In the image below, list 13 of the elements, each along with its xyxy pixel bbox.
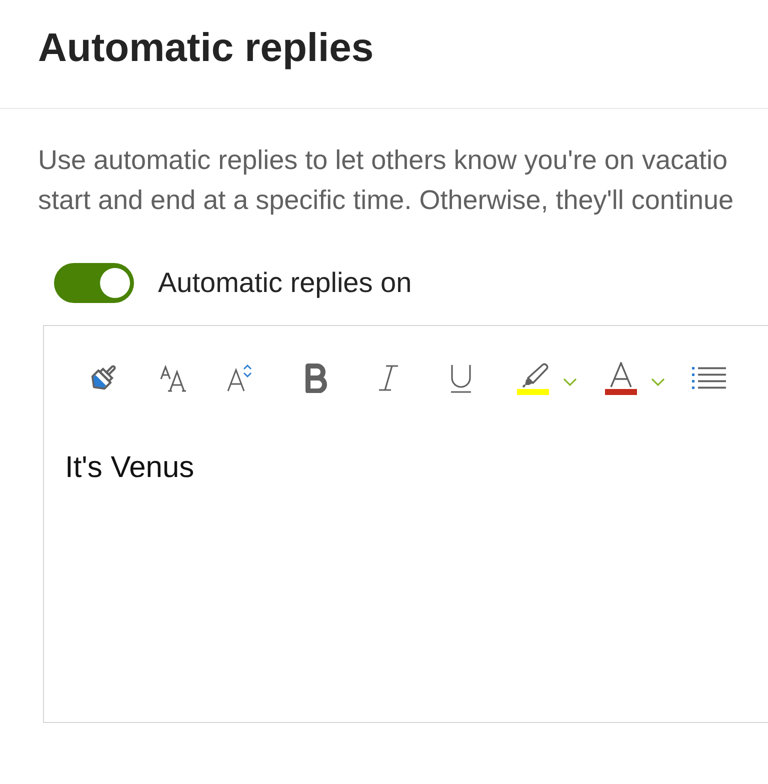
toggle-switch[interactable]: [54, 263, 134, 303]
bold-icon: [303, 363, 329, 393]
chevron-down-icon: [651, 378, 665, 386]
bulleted-list-icon: [692, 366, 726, 390]
page-title: Automatic replies: [38, 25, 374, 72]
description-text: Use automatic replies to let others know you're on vacatio start and end at a specific time. Otherwise, they'll continue: [38, 144, 734, 217]
letter-a-icon: [608, 362, 634, 388]
message-field[interactable]: It's Venus: [44, 430, 768, 722]
italic-icon: [376, 363, 400, 393]
chevron-down-icon: [563, 378, 577, 386]
underline-icon: [448, 362, 474, 394]
font-size-icon: [159, 363, 189, 393]
toggle-label: Automatic replies on: [158, 266, 412, 300]
